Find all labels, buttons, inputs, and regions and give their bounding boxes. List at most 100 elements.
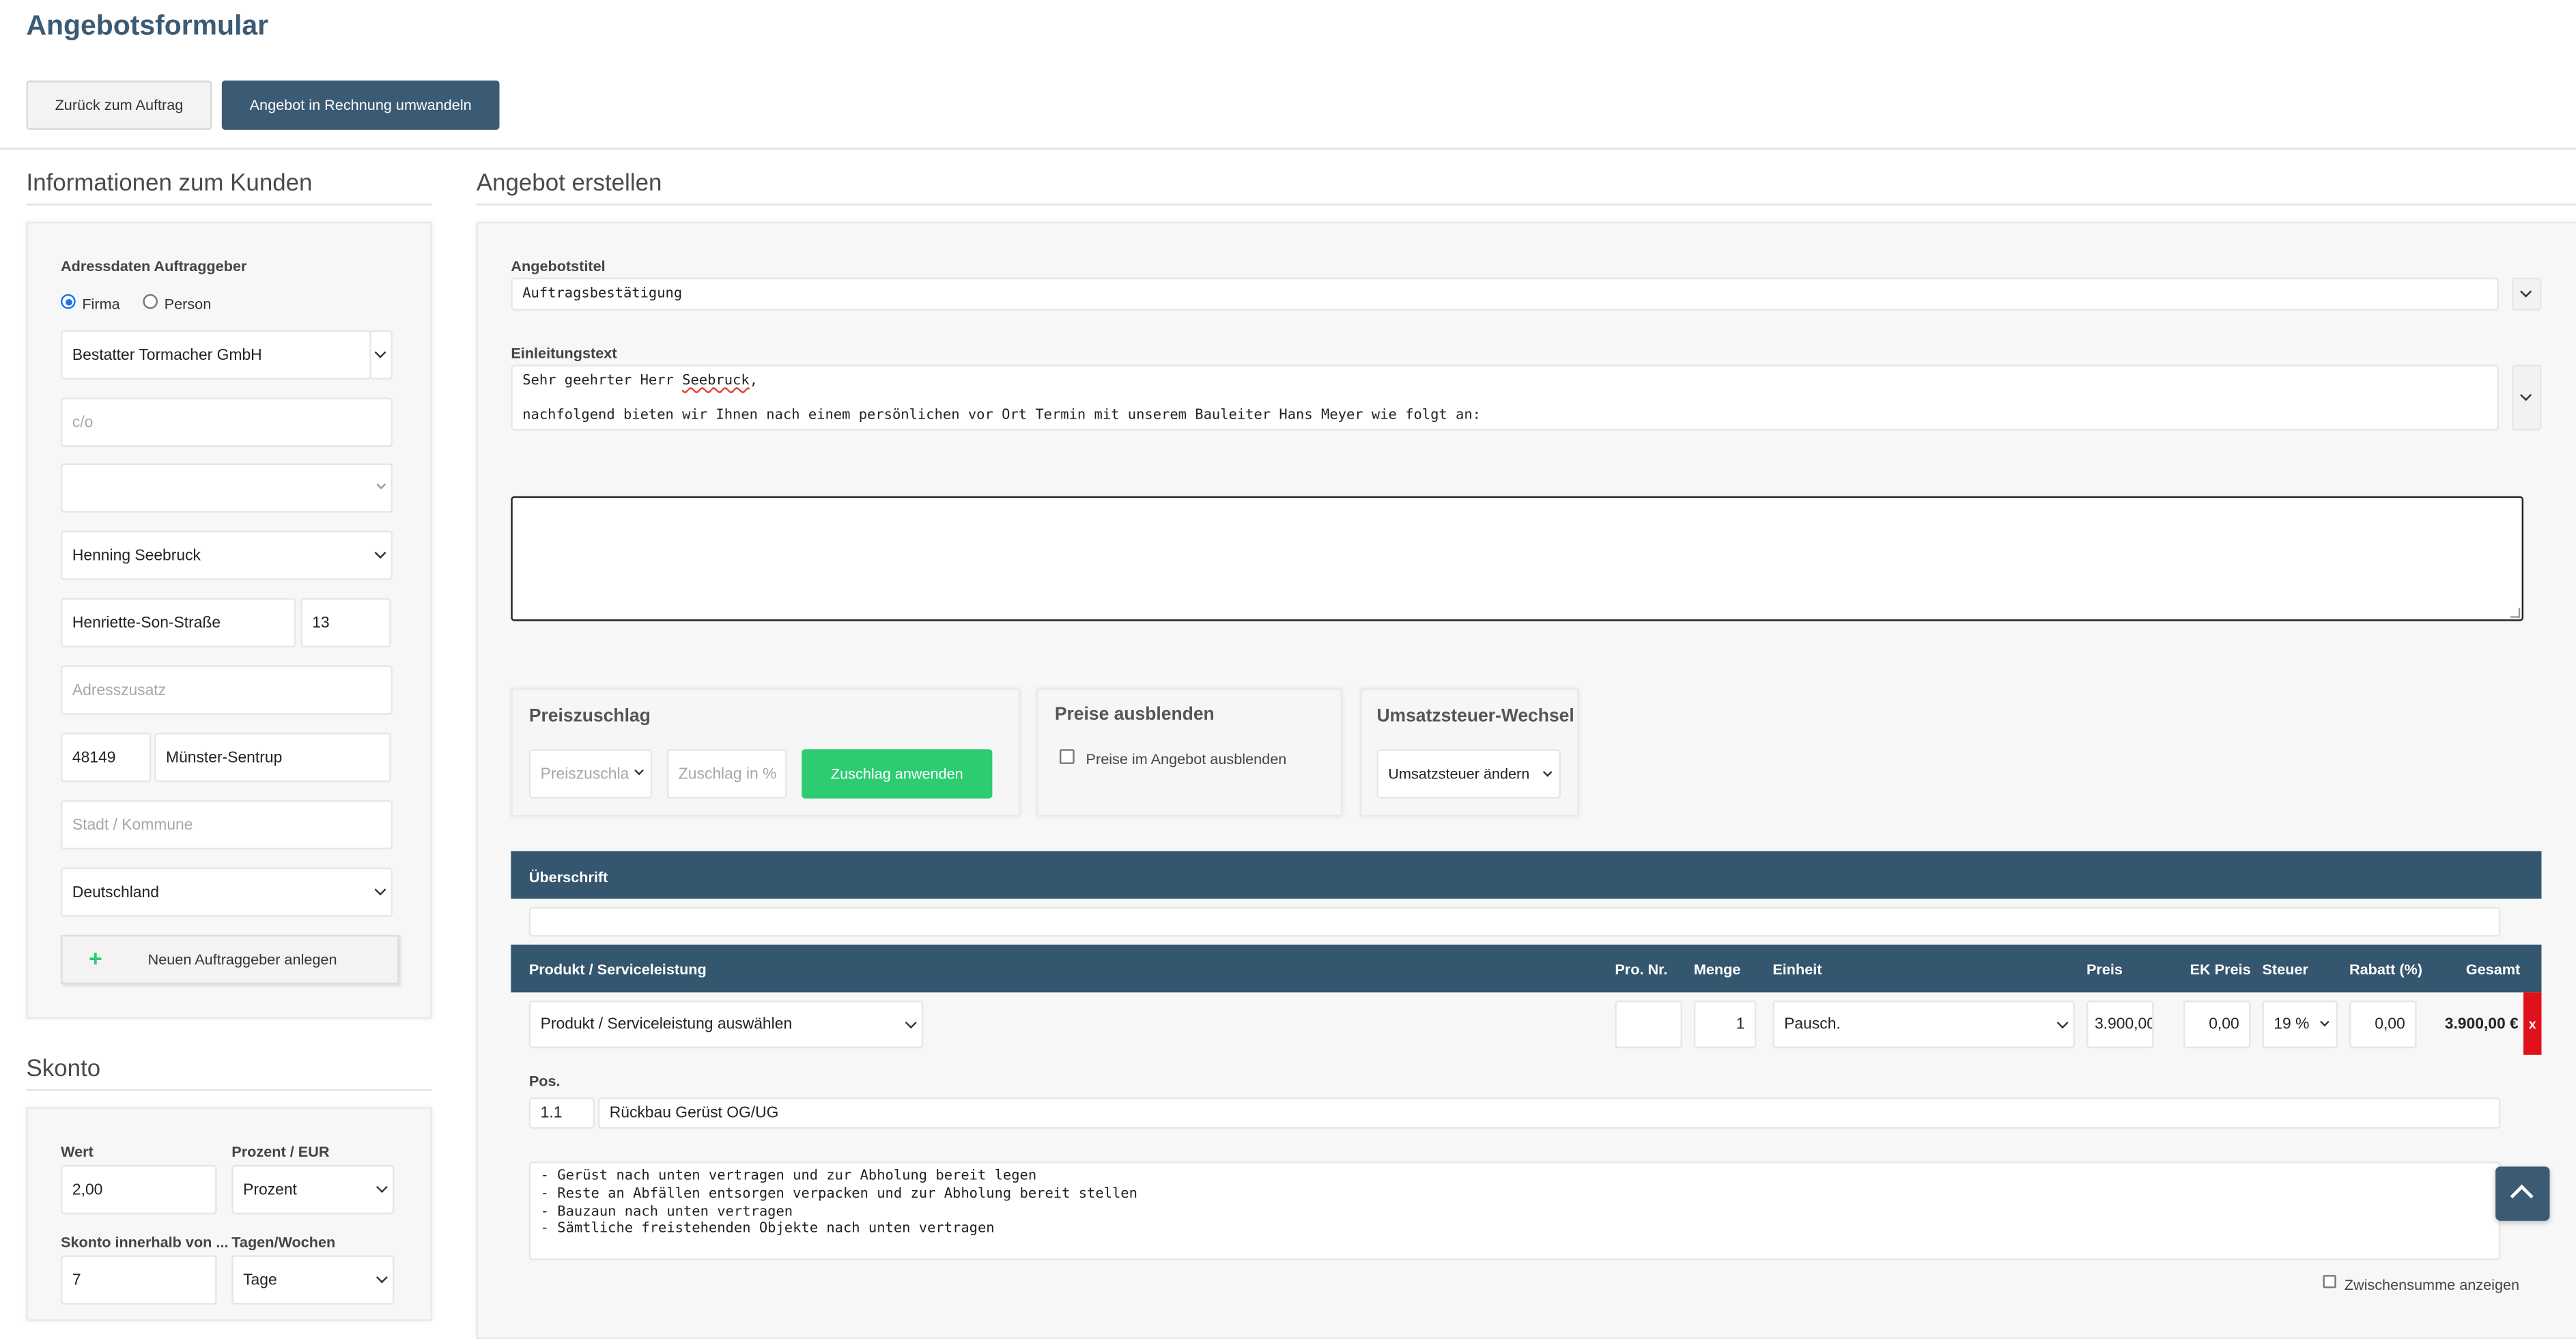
plus-icon: +: [88, 944, 102, 972]
heading-bar-label: Überschrift: [528, 869, 608, 886]
header-divider: [0, 147, 2576, 150]
co-placeholder: c/o: [72, 413, 94, 432]
chevron-down-icon: [905, 1017, 917, 1029]
skonto-value: 2,00: [72, 1180, 103, 1199]
back-to-order-button[interactable]: Zurück zum Auftrag: [26, 80, 212, 130]
unit-value: Pausch.: [1784, 1015, 1841, 1034]
pos-label: Pos.: [528, 1073, 561, 1090]
delete-row-button[interactable]: x: [2523, 992, 2542, 1055]
intro-text-dropdown-toggle[interactable]: [2512, 365, 2542, 431]
chevron-up-icon: [2510, 1184, 2534, 1208]
ek-price-value: 0,00: [2209, 1015, 2239, 1034]
product-select-value: Produkt / Serviceleistung auswählen: [540, 1015, 793, 1034]
radio-person-label: Person: [164, 296, 212, 313]
qty-input[interactable]: 1: [1693, 1000, 1757, 1049]
radio-company-label: Firma: [82, 296, 120, 313]
street-value: Henriette-Son-Straße: [72, 613, 221, 632]
skonto-unit-select[interactable]: Tage: [231, 1255, 395, 1305]
heading-input[interactable]: [528, 907, 2501, 937]
street-input[interactable]: Henriette-Son-Straße: [61, 597, 296, 648]
skonto-type-label: Prozent / EUR: [231, 1143, 330, 1160]
municipality-input[interactable]: Stadt / Kommune: [61, 800, 393, 850]
intro-text-label: Einleitungstext: [511, 345, 617, 362]
chevron-down-icon: [374, 884, 386, 896]
price-value: 3.900,00: [2094, 1015, 2154, 1034]
free-text-area[interactable]: [511, 496, 2523, 621]
house-number-input[interactable]: 13: [300, 597, 391, 648]
skonto-type-value: Prozent: [243, 1180, 297, 1199]
pro-nr-input[interactable]: [1615, 1000, 1682, 1049]
discount-input[interactable]: 0,00: [2349, 1000, 2417, 1049]
col-header-discount: Rabatt (%): [2349, 961, 2423, 978]
company-dropdown-toggle[interactable]: [369, 330, 393, 380]
contact-select[interactable]: Henning Seebruck: [61, 531, 393, 580]
chevron-down-icon: [2320, 1017, 2330, 1027]
customer-section-rule: [26, 203, 432, 206]
city-input[interactable]: Münster-Sentrup: [154, 733, 391, 783]
item-description-area[interactable]: - Gerüst nach unten vertragen und zur Ab…: [528, 1161, 2501, 1260]
offer-title-dropdown-toggle[interactable]: [2512, 277, 2542, 311]
hide-prices-title: Preise ausblenden: [1054, 705, 1215, 725]
chevron-down-icon: [376, 480, 386, 490]
row-total: 3.900,00 €: [2444, 1015, 2519, 1034]
skonto-value-label: Wert: [61, 1143, 94, 1160]
col-header-tax: Steuer: [2262, 961, 2308, 978]
unit-select[interactable]: Pausch.: [1772, 1000, 2076, 1049]
hide-prices-checkbox[interactable]: [1060, 749, 1075, 764]
apply-surcharge-button[interactable]: Zuschlag anwenden: [802, 749, 993, 799]
tax-select[interactable]: 19 %: [2262, 1000, 2338, 1049]
discount-value: 0,00: [2375, 1015, 2405, 1034]
surcharge-select[interactable]: Preiszuschla: [528, 749, 653, 799]
address-extra-input[interactable]: Adresszusatz: [61, 665, 393, 715]
heading-bar: [511, 851, 2542, 899]
pos-input[interactable]: 1.1: [528, 1097, 595, 1129]
company-select[interactable]: Bestatter Tormacher GmbH: [61, 330, 371, 380]
offer-section-rule: [476, 203, 2576, 206]
subtotal-checkbox[interactable]: [2323, 1275, 2336, 1288]
col-header-total: Gesamt: [2465, 961, 2521, 978]
surcharge-percent-input[interactable]: Zuschlag in %: [666, 749, 787, 799]
hide-prices-checkbox-label: Preise im Angebot ausblenden: [1086, 750, 1287, 767]
pos-value: 1.1: [540, 1104, 563, 1123]
radio-company[interactable]: [61, 294, 76, 309]
item-name-input[interactable]: Rückbau Gerüst OG/UG: [597, 1097, 2501, 1129]
close-icon: x: [2528, 1016, 2536, 1031]
item-name-value: Rückbau Gerüst OG/UG: [609, 1104, 779, 1123]
skonto-section-title: Skonto: [26, 1056, 101, 1083]
co-input[interactable]: c/o: [61, 397, 393, 447]
col-header-unit: Einheit: [1772, 961, 1822, 978]
skonto-within-input[interactable]: 7: [61, 1255, 217, 1305]
chevron-down-icon: [374, 547, 386, 559]
chevron-down-icon: [2520, 389, 2532, 401]
municipality-placeholder: Stadt / Kommune: [72, 815, 193, 834]
scroll-top-button[interactable]: [2495, 1166, 2550, 1221]
offer-title-input[interactable]: Auftragsbestätigung: [511, 277, 2499, 311]
subtotal-checkbox-label: Zwischensumme anzeigen: [2344, 1276, 2520, 1293]
intro-text-area[interactable]: Sehr geehrter Herr Seebruck, nachfolgend…: [511, 365, 2499, 431]
offer-section-title: Angebot erstellen: [476, 171, 662, 197]
product-select[interactable]: Produkt / Serviceleistung auswählen: [528, 1000, 924, 1049]
ek-price-input[interactable]: 0,00: [2183, 1000, 2251, 1049]
chevron-down-icon: [2056, 1017, 2069, 1029]
surcharge-percent-placeholder: Zuschlag in %: [678, 765, 777, 783]
page-title: Angebotsformular: [26, 10, 269, 42]
surcharge-select-placeholder: Preiszuschla: [540, 765, 629, 783]
city-value: Münster-Sentrup: [166, 748, 283, 767]
country-select[interactable]: Deutschland: [61, 867, 393, 917]
skonto-unit-value: Tage: [243, 1271, 277, 1289]
convert-to-invoice-button[interactable]: Angebot in Rechnung umwandeln: [221, 80, 500, 130]
new-client-label: Neuen Auftraggeber anlegen: [147, 951, 337, 968]
chevron-down-icon: [1542, 767, 1553, 777]
vat-change-select[interactable]: Umsatzsteuer ändern: [1376, 749, 1561, 799]
new-client-button[interactable]: + Neuen Auftraggeber anlegen: [61, 935, 399, 985]
radio-person[interactable]: [143, 294, 158, 309]
zip-input[interactable]: 48149: [61, 733, 152, 783]
customer-section-title: Informationen zum Kunden: [26, 171, 313, 197]
col-header-product: Produkt / Serviceleistung: [528, 961, 707, 978]
price-input[interactable]: 3.900,00: [2086, 1000, 2154, 1049]
skonto-unit-label: Tagen/Wochen: [231, 1234, 336, 1251]
skonto-type-select[interactable]: Prozent: [231, 1165, 395, 1215]
salutation-select[interactable]: [61, 463, 393, 513]
chevron-down-icon: [374, 346, 386, 358]
skonto-value-input[interactable]: 2,00: [61, 1165, 217, 1215]
